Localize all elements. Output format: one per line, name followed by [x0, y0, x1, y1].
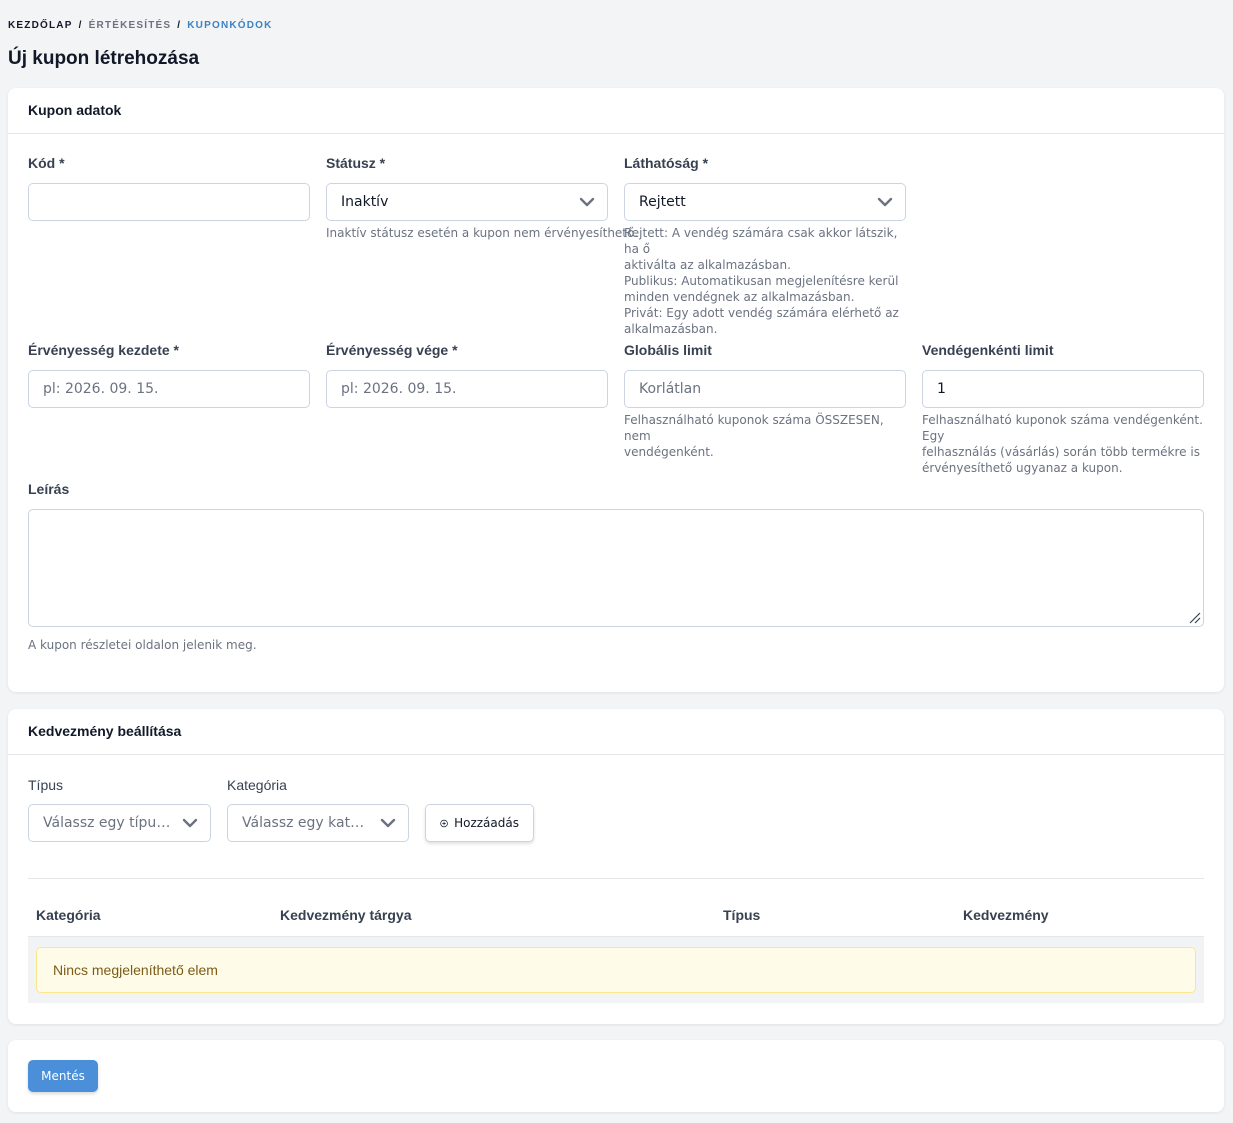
global-limit-input[interactable]: [639, 381, 891, 397]
code-input[interactable]: [43, 194, 295, 210]
category-label: Kategória: [227, 777, 287, 793]
breadcrumb-current[interactable]: KUPONKÓDOK: [187, 20, 272, 31]
help-line: Felhasználható kuponok száma vendégenkén…: [922, 413, 1203, 443]
chevron-down-icon: [877, 197, 893, 207]
discount-settings-card: Kedvezmény beállítása Típus Válassz egy …: [8, 709, 1224, 1024]
chevron-down-icon: [380, 818, 396, 828]
status-label: Státusz *: [326, 155, 386, 171]
breadcrumb-separator: /: [78, 20, 83, 31]
breadcrumb-home[interactable]: KEZDŐLAP: [8, 20, 73, 31]
help-line: alkalmazásban.: [624, 322, 718, 336]
valid-to-label: Érvényesség vége *: [326, 342, 458, 358]
status-select[interactable]: Inaktív: [326, 183, 608, 221]
help-line: érvényesíthető ugyanaz a kupon.: [922, 461, 1123, 475]
status-value: Inaktív: [341, 194, 389, 210]
per-guest-limit-label: Vendégenkénti limit: [922, 342, 1054, 358]
visibility-select[interactable]: Rejtett: [624, 183, 906, 221]
help-line: minden vendégnek az alkalmazásban.: [624, 290, 855, 304]
coupon-details-card: Kupon adatok Kód * Státusz * Inaktív Ina…: [8, 88, 1224, 692]
page-title: Új kupon létrehozása: [8, 48, 200, 69]
help-line: vendégenként.: [624, 445, 714, 459]
table-header-type: Típus: [723, 907, 761, 923]
type-placeholder: Válassz egy típust!: [43, 815, 175, 831]
per-guest-limit-help: Felhasználható kuponok száma vendégenkén…: [922, 412, 1212, 476]
code-label: Kód *: [28, 155, 65, 171]
status-help: Inaktív státusz esetén a kupon nem érvén…: [326, 226, 639, 240]
global-limit-label: Globális limit: [624, 342, 712, 358]
global-limit-help: Felhasználható kuponok száma ÖSSZESEN, n…: [624, 412, 914, 460]
resize-handle-icon[interactable]: [1187, 610, 1201, 624]
help-line: aktiválta az alkalmazásban.: [624, 258, 791, 272]
help-line: Felhasználható kuponok száma ÖSSZESEN, n…: [624, 413, 884, 443]
breadcrumb-separator: /: [177, 20, 182, 31]
add-button-label: Hozzáadás: [454, 816, 519, 830]
visibility-value: Rejtett: [639, 194, 686, 210]
valid-to-input[interactable]: [341, 381, 593, 397]
chevron-down-icon: [182, 818, 198, 828]
empty-state: Nincs megjeleníthető elem: [36, 947, 1196, 993]
valid-from-input[interactable]: [43, 381, 295, 397]
chevron-down-icon: [579, 197, 595, 207]
divider: [28, 878, 1204, 879]
breadcrumb-sales[interactable]: ÉRTÉKESÍTÉS: [89, 20, 172, 31]
visibility-help: Rejtett: A vendég számára csak akkor lát…: [624, 225, 914, 337]
help-line: Publikus: Automatikusan megjelenítésre k…: [624, 274, 899, 288]
card-title: Kupon adatok: [8, 88, 1224, 134]
per-guest-limit-input[interactable]: [937, 381, 1189, 397]
category-placeholder: Válassz egy kategór...: [242, 815, 394, 831]
plus-circle-icon: [440, 819, 448, 827]
save-button[interactable]: Mentés: [28, 1060, 98, 1092]
actions-card: Mentés: [8, 1040, 1224, 1112]
visibility-label: Láthatóság *: [624, 155, 709, 171]
valid-to-field[interactable]: [326, 370, 608, 408]
help-line: Privát: Egy adott vendég számára elérhet…: [624, 306, 899, 320]
breadcrumb: KEZDŐLAP / ÉRTÉKESÍTÉS / KUPONKÓDOK: [8, 20, 273, 31]
help-line: felhasználás (vásárlás) során több termé…: [922, 445, 1200, 459]
card-title: Kedvezmény beállítása: [8, 709, 1224, 755]
valid-from-field[interactable]: [28, 370, 310, 408]
help-line: Rejtett: A vendég számára csak akkor lát…: [624, 226, 898, 256]
description-help: A kupon részletei oldalon jelenik meg.: [28, 638, 257, 652]
per-guest-limit-field[interactable]: [922, 370, 1204, 408]
global-limit-field[interactable]: [624, 370, 906, 408]
table-header-discount: Kedvezmény: [963, 907, 1049, 923]
description-textarea[interactable]: [28, 509, 1204, 627]
code-field[interactable]: [28, 183, 310, 221]
type-select[interactable]: Válassz egy típust!: [28, 804, 211, 842]
table-header-category: Kategória: [36, 907, 101, 923]
description-label: Leírás: [28, 481, 70, 497]
category-select[interactable]: Válassz egy kategór...: [227, 804, 409, 842]
valid-from-label: Érvényesség kezdete *: [28, 342, 179, 358]
table-header-subject: Kedvezmény tárgya: [280, 907, 412, 923]
add-discount-button[interactable]: Hozzáadás: [425, 804, 534, 842]
type-label: Típus: [28, 777, 64, 793]
